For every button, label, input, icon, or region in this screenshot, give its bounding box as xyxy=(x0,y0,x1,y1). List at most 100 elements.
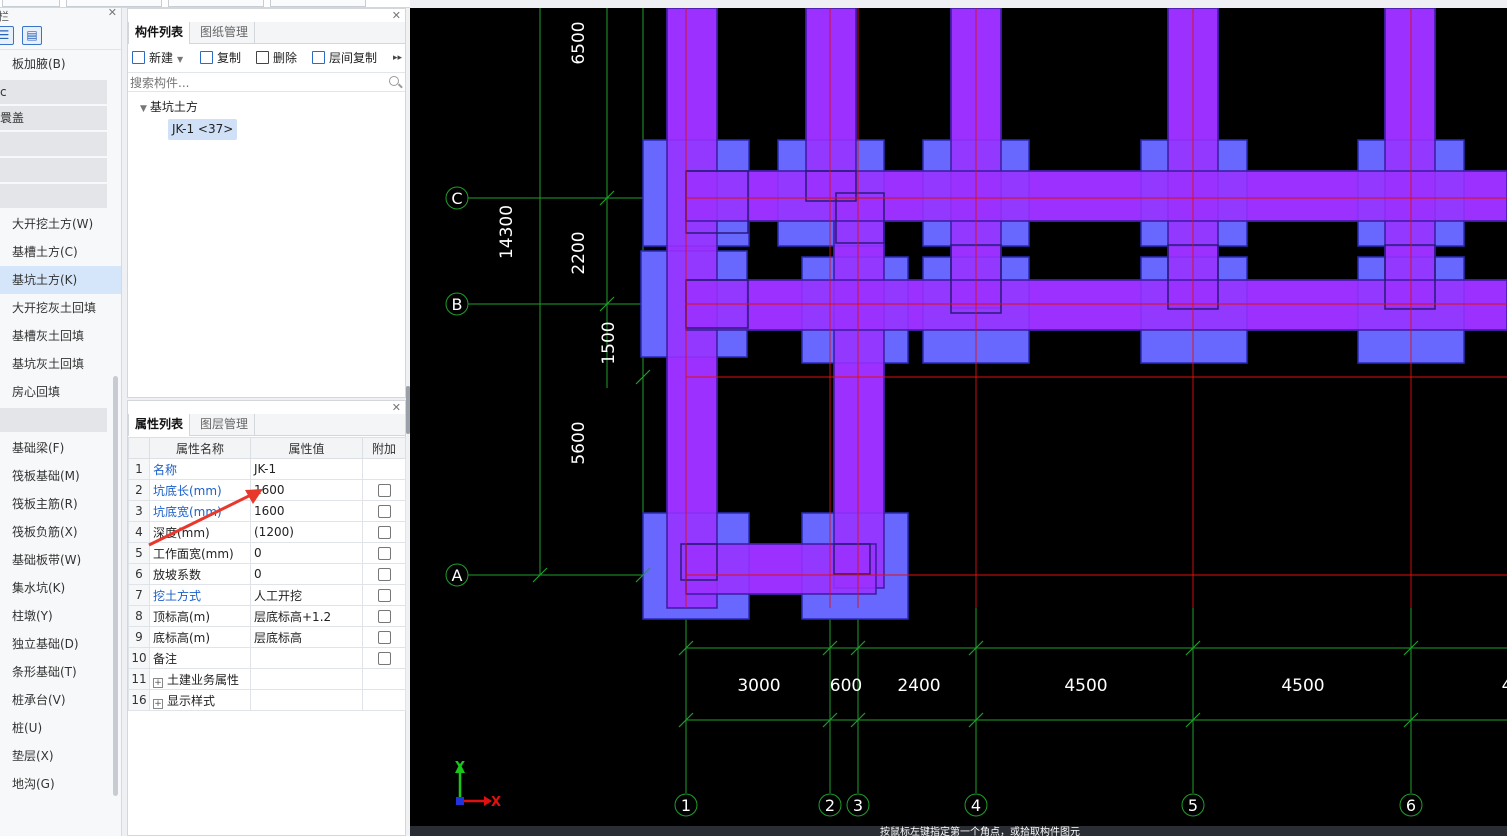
top-tab[interactable] xyxy=(168,0,264,7)
nav-item[interactable]: 桩(U) xyxy=(0,714,121,742)
property-value[interactable]: 0 xyxy=(250,563,363,585)
close-icon[interactable]: ✕ xyxy=(392,9,401,22)
nav-group-header[interactable] xyxy=(0,408,107,432)
nav-item[interactable]: 基槽灰土回填 xyxy=(0,322,121,350)
nav-item[interactable]: 地沟(G) xyxy=(0,770,121,798)
attach-cell xyxy=(362,605,406,627)
property-row[interactable]: 3 坑底宽(mm) 1600 xyxy=(128,500,406,522)
copy-button[interactable]: 复制 xyxy=(200,49,241,67)
property-value[interactable]: JK-1 xyxy=(250,458,363,480)
expand-icon[interactable]: + xyxy=(153,698,163,709)
nav-group-header[interactable] xyxy=(0,132,107,156)
delete-button[interactable]: 删除 xyxy=(256,49,297,67)
property-row[interactable]: 6 放坡系数 0 xyxy=(128,563,406,585)
search-icon[interactable] xyxy=(389,76,399,86)
tree-root[interactable]: ▼ 基坑土方 xyxy=(140,98,198,115)
nav-group-header[interactable] xyxy=(0,158,107,182)
property-row[interactable]: 5 工作面宽(mm) 0 xyxy=(128,542,406,564)
property-row[interactable]: 1 名称 JK-1 xyxy=(128,458,406,480)
caret-down-icon[interactable]: ▼ xyxy=(140,104,147,114)
attach-checkbox[interactable] xyxy=(377,631,391,644)
nav-item[interactable]: 基坑土方(K) xyxy=(0,266,121,294)
property-value[interactable]: (1200) xyxy=(250,521,363,543)
property-name-label: 显示样式 xyxy=(167,693,216,708)
nav-item[interactable]: 条形基础(T) xyxy=(0,658,121,686)
property-value[interactable]: 1600 xyxy=(250,479,363,501)
ucs-x-label: X xyxy=(491,795,501,810)
property-row[interactable]: 10 备注 xyxy=(128,647,406,669)
nav-item[interactable]: 筏板主筋(R) xyxy=(0,490,121,518)
nav-item[interactable]: 基础梁(F) xyxy=(0,434,121,462)
search-input[interactable] xyxy=(130,74,380,91)
property-row[interactable]: 4 深度(mm) (1200) xyxy=(128,521,406,543)
attach-checkbox[interactable] xyxy=(377,484,391,497)
list-view-icon[interactable]: ☰ xyxy=(0,26,14,45)
property-value[interactable]: 0 xyxy=(250,542,363,564)
beam-overlay xyxy=(833,197,885,589)
property-row[interactable]: 8 顶标高(m) 层底标高+1.2 xyxy=(128,605,406,627)
top-tab[interactable] xyxy=(66,0,162,7)
property-row[interactable]: 7 挖土方式 人工开挖 xyxy=(128,584,406,606)
nav-item[interactable]: 房心回填 xyxy=(0,378,121,406)
nav-item[interactable]: 垫层(X) xyxy=(0,742,121,770)
drawing-canvas[interactable]: C B A 1 2 3 4 5 6 6500 14300 2200 1500 5600 3000 600 240… xyxy=(410,8,1507,836)
nav-item[interactable]: 柱墩(Y) xyxy=(0,602,121,630)
tree-node-jk1[interactable]: JK-1 <37> xyxy=(168,119,238,140)
attach-checkbox[interactable] xyxy=(377,547,391,560)
new-button[interactable]: 新建 ▼ xyxy=(132,49,183,67)
chevron-down-icon[interactable]: ▼ xyxy=(177,55,183,64)
nav-item[interactable]: 桩承台(V) xyxy=(0,686,121,714)
property-name: + 显示样式 xyxy=(149,689,251,711)
tab-property-list[interactable]: 属性列表 xyxy=(128,414,191,436)
component-tabs: 构件列表 图纸管理 xyxy=(128,22,405,44)
expand-icon[interactable]: + xyxy=(153,677,163,688)
tab-layer-management[interactable]: 图层管理 xyxy=(194,414,256,436)
nav-item[interactable]: 基槽土方(C) xyxy=(0,238,121,266)
nav-item[interactable]: 集水坑(K) xyxy=(0,574,121,602)
attach-checkbox[interactable] xyxy=(377,652,391,665)
property-value[interactable] xyxy=(250,689,363,711)
nav-item[interactable]: 筏板负筋(X) xyxy=(0,518,121,546)
top-toolbar-strip xyxy=(0,0,410,8)
property-value[interactable]: 层底标高 xyxy=(250,626,363,648)
property-value[interactable] xyxy=(250,668,363,690)
property-value[interactable]: 层底标高+1.2 xyxy=(250,605,363,627)
row-number: 16 xyxy=(128,689,150,711)
tab-component-list[interactable]: 构件列表 xyxy=(128,22,191,44)
property-value[interactable] xyxy=(250,647,363,669)
ucs-y-label: Y xyxy=(454,760,465,775)
more-tools-icon[interactable]: ▸▸ xyxy=(393,49,402,67)
property-row[interactable]: 2 坑底长(mm) 1600 xyxy=(128,479,406,501)
nav-item[interactable]: 基础板带(W) xyxy=(0,546,121,574)
floor-copy-button[interactable]: 层间复制 xyxy=(312,49,377,67)
attach-checkbox[interactable] xyxy=(377,610,391,623)
nav-item[interactable]: 大开挖灰土回填 xyxy=(0,294,121,322)
tab-drawing-management[interactable]: 图纸管理 xyxy=(194,22,256,44)
nav-group-header[interactable] xyxy=(0,184,107,208)
close-icon[interactable]: ✕ xyxy=(108,8,117,19)
nav-group-header[interactable]: 睘盖 xyxy=(0,106,107,130)
nav-item[interactable]: 大开挖土方(W) xyxy=(0,210,121,238)
nav-item[interactable]: 基坑灰土回填 xyxy=(0,350,121,378)
top-tab[interactable] xyxy=(2,0,60,7)
attach-checkbox[interactable] xyxy=(377,589,391,602)
detail-view-icon[interactable]: ▤ xyxy=(22,26,42,45)
attach-checkbox[interactable] xyxy=(377,526,391,539)
nav-scrollbar[interactable] xyxy=(113,376,118,796)
nav-item[interactable]: 独立基础(D) xyxy=(0,630,121,658)
property-value[interactable]: 人工开挖 xyxy=(250,584,363,606)
property-row[interactable]: 11 + 土建业务属性 xyxy=(128,668,406,690)
nav-item[interactable]: 筏板基础(M) xyxy=(0,462,121,490)
nav-group-header[interactable]: c xyxy=(0,80,107,104)
cad-drawing[interactable]: CBA1 2 3 4 5 6650014300 2200150056003000 600 240… xyxy=(410,8,1507,836)
property-row[interactable]: 9 底标高(m) 层底标高 xyxy=(128,626,406,648)
nav-item[interactable]: 板加腋(B) xyxy=(0,50,121,78)
attach-checkbox[interactable] xyxy=(377,505,391,518)
attach-checkbox[interactable] xyxy=(377,568,391,581)
property-row[interactable]: 16 + 显示样式 xyxy=(128,689,406,711)
close-icon[interactable]: ✕ xyxy=(392,401,401,414)
attach-cell xyxy=(362,689,406,711)
attach-cell xyxy=(362,563,406,585)
top-tab[interactable] xyxy=(270,0,366,7)
property-value[interactable]: 1600 xyxy=(250,500,363,522)
